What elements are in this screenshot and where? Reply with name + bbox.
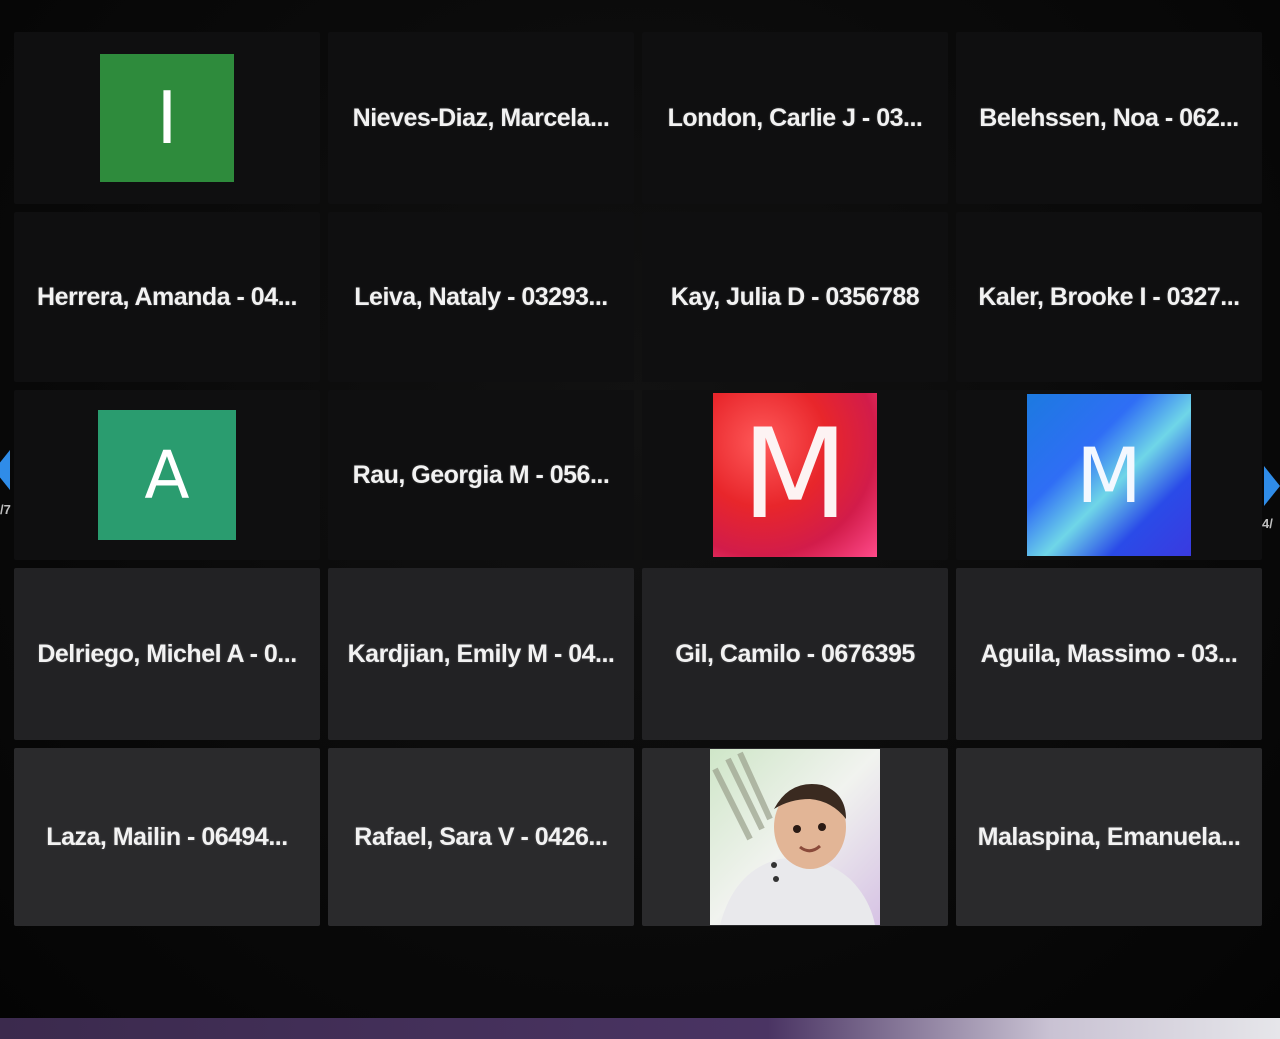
taskbar-strip [0,1018,1280,1039]
participant-tile[interactable]: Rafael, Sara V - 0426... [328,748,634,926]
participant-avatar: M [1027,394,1191,556]
gallery-view: /7 4/ I Nieves-Diaz, Marcela... London, … [0,0,1280,1039]
previous-page-arrow-icon[interactable] [0,450,10,490]
participant-tile[interactable]: Herrera, Amanda - 04... [14,212,320,382]
participant-name: Kaler, Brooke I - 0327... [978,282,1240,311]
participant-tile[interactable]: I [14,32,320,204]
participant-tile[interactable]: M [956,390,1262,560]
participant-tile[interactable]: Kaler, Brooke I - 0327... [956,212,1262,382]
participant-tile[interactable]: Nieves-Diaz, Marcela... [328,32,634,204]
participant-name: Herrera, Amanda - 04... [37,282,297,311]
participant-video-feed [710,749,880,925]
participant-tile[interactable]: Malaspina, Emanuela... [956,748,1262,926]
participant-name: Laza, Mailin - 06494... [46,822,288,851]
participant-name: London, Carlie J - 03... [667,103,923,132]
participant-tile[interactable]: Laza, Mailin - 06494... [14,748,320,926]
participant-name: Kardjian, Emily M - 04... [347,639,615,668]
participant-tile[interactable]: Gil, Camilo - 0676395 [642,568,948,740]
participant-name: Nieves-Diaz, Marcela... [352,103,610,132]
participant-grid: I Nieves-Diaz, Marcela... London, Carlie… [14,32,1262,926]
participant-name: Leiva, Nataly - 03293... [354,282,608,311]
participant-tile[interactable]: London, Carlie J - 03... [642,32,948,204]
participant-tile[interactable]: Rau, Georgia M - 056... [328,390,634,560]
participant-tile[interactable]: Leiva, Nataly - 03293... [328,212,634,382]
previous-page-indicator: /7 [0,502,11,517]
participant-name: Kay, Julia D - 0356788 [670,282,920,311]
participant-avatar: M [713,393,877,557]
participant-name: Malaspina, Emanuela... [977,822,1241,851]
participant-avatar: A [98,410,236,540]
baby-video-image [710,749,880,925]
participant-tile[interactable]: Kardjian, Emily M - 04... [328,568,634,740]
participant-tile[interactable]: Kay, Julia D - 0356788 [642,212,948,382]
participant-tile[interactable]: Aguila, Massimo - 03... [956,568,1262,740]
participant-name: Belehssen, Noa - 062... [979,103,1239,132]
participant-tile[interactable]: Delriego, Michel A - 0... [14,568,320,740]
participant-name: Rau, Georgia M - 056... [352,460,610,489]
participant-name: Delriego, Michel A - 0... [37,639,297,668]
next-page-arrow-icon[interactable] [1264,466,1280,506]
participant-name: Rafael, Sara V - 0426... [354,822,608,851]
next-page-indicator: 4/ [1262,516,1273,531]
participant-tile[interactable] [642,748,948,926]
participant-name: Gil, Camilo - 0676395 [675,639,915,668]
participant-tile[interactable]: M [642,390,948,560]
participant-tile[interactable]: A [14,390,320,560]
participant-avatar: I [100,54,234,182]
participant-tile[interactable]: Belehssen, Noa - 062... [956,32,1262,204]
participant-name: Aguila, Massimo - 03... [980,639,1238,668]
